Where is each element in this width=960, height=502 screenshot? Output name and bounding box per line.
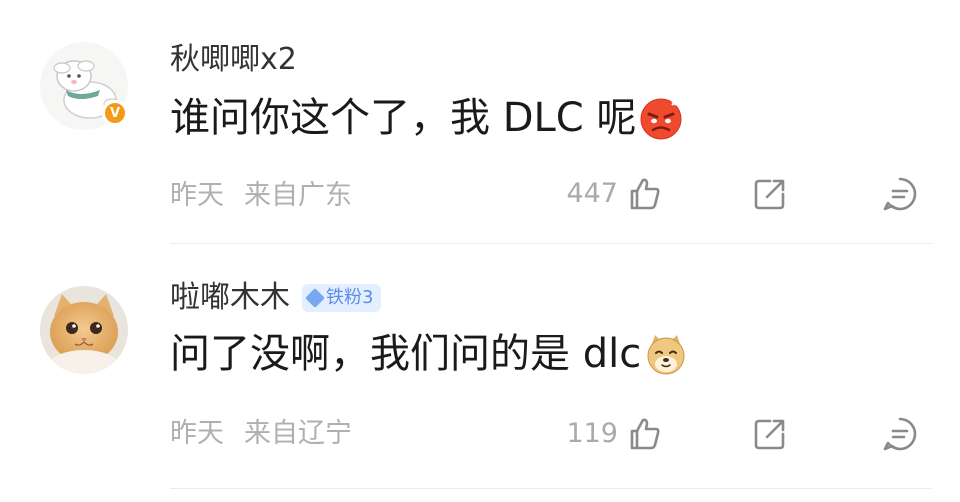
comment-body: 谁问你这个了，我 DLC 呢	[170, 95, 637, 141]
username-suffix: x2	[260, 42, 297, 77]
username-text: 秋唧唧	[170, 42, 260, 77]
doge-emoji-icon	[643, 331, 689, 377]
verified-badge: V	[102, 100, 128, 126]
avatar[interactable]: V	[40, 42, 128, 130]
share-icon[interactable]	[750, 174, 790, 214]
comment-text: 问了没啊，我们问的是 dlc	[170, 326, 689, 382]
diamond-icon	[305, 288, 325, 308]
share-icon[interactable]	[750, 414, 790, 454]
comment-list: V 秋唧唧 x2 谁问你这个了，我 DLC 呢 昨天 来自广东 447 啦嘟木木…	[0, 0, 960, 502]
username-text: 啦嘟木木	[170, 280, 290, 315]
comment-location: 来自广东	[244, 180, 352, 211]
username[interactable]: 啦嘟木木 铁粉3	[170, 278, 382, 318]
cat-avatar-icon	[40, 286, 128, 374]
comment-meta: 昨天 来自辽宁	[170, 416, 352, 452]
comment-actions: 447	[560, 174, 920, 214]
comment-text: 谁问你这个了，我 DLC 呢	[170, 90, 684, 146]
comment-item: V 秋唧唧 x2 谁问你这个了，我 DLC 呢 昨天 来自广东 447	[0, 0, 960, 244]
avatar[interactable]	[40, 286, 128, 374]
comment-meta: 昨天 来自广东	[170, 178, 352, 214]
like-icon[interactable]	[624, 174, 664, 214]
username[interactable]: 秋唧唧 x2	[170, 40, 297, 80]
comment-time: 昨天	[170, 418, 224, 449]
comment-body: 问了没啊，我们问的是 dlc	[170, 331, 642, 377]
like-count: 447	[566, 178, 618, 209]
comment-actions: 119	[560, 414, 920, 454]
angry-face-emoji-icon	[638, 95, 684, 141]
like-icon[interactable]	[624, 414, 664, 454]
fan-badge[interactable]: 铁粉3	[302, 284, 382, 312]
comment-time: 昨天	[170, 180, 224, 211]
divider	[170, 488, 932, 489]
like-count: 119	[566, 418, 618, 449]
comment-location: 来自辽宁	[244, 418, 352, 449]
reply-icon[interactable]	[880, 414, 920, 454]
reply-icon[interactable]	[880, 174, 920, 214]
fan-badge-label: 铁粉3	[326, 287, 374, 308]
comment-item: 啦嘟木木 铁粉3 问了没啊，我们问的是 dlc 昨天 来自辽宁 119	[0, 244, 960, 502]
